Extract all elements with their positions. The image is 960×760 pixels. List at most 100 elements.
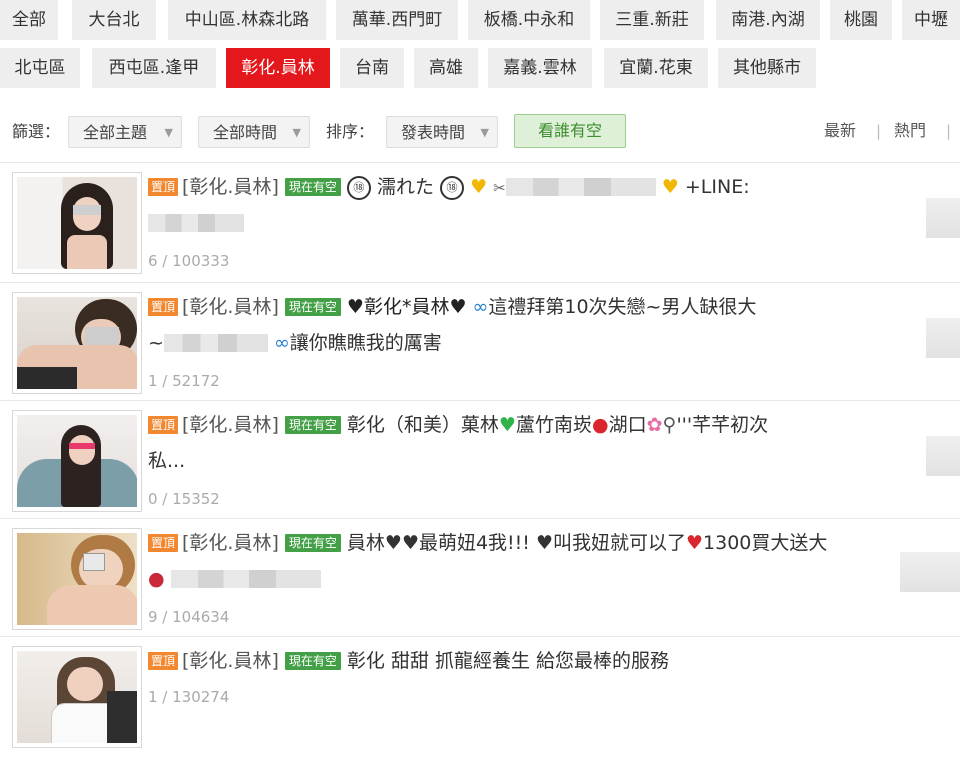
listing-item[interactable]: 置頂 [彰化.員林] 現在有空 ♥彰化*員林♥ ∞這禮拜第10次失戀~男人缺很大 ~ … bbox=[0, 288, 960, 406]
title-text: 1300買大送大 bbox=[703, 532, 828, 554]
title-text: 彰化（和美）菓林 bbox=[346, 414, 499, 436]
eighteen-icon: ⑱ bbox=[440, 176, 465, 200]
censored-side-content bbox=[926, 436, 960, 476]
sort-latest-link[interactable]: 最新 bbox=[824, 114, 856, 152]
region-tab-sanchong[interactable]: 三重.新莊 bbox=[600, 0, 704, 40]
censored-side-content bbox=[926, 318, 960, 358]
region-tag: [彰化.員林] bbox=[182, 650, 279, 672]
sort-hot-link[interactable]: 熱門 bbox=[894, 114, 926, 152]
region-tab-nangang[interactable]: 南港.內湖 bbox=[716, 0, 820, 40]
censored-text bbox=[148, 214, 244, 232]
magnifier-icon: ⚲ bbox=[662, 414, 677, 436]
divider bbox=[0, 282, 960, 283]
region-tab-kaohsiung[interactable]: 高雄 bbox=[414, 48, 478, 88]
region-tab-zhongli[interactable]: 中壢 bbox=[902, 0, 960, 40]
yellow-heart-icon: ♥ bbox=[661, 176, 679, 198]
pinned-badge: 置頂 bbox=[148, 416, 179, 434]
region-tab-taoyuan[interactable]: 桃園 bbox=[830, 0, 892, 40]
region-tab-zhongshan[interactable]: 中山區.林森北路 bbox=[168, 0, 326, 40]
region-tab-changhua-active[interactable]: 彰化.員林 bbox=[226, 48, 330, 88]
link-icon: ∞ bbox=[273, 332, 290, 354]
listing-stats: 6 / 100333 bbox=[148, 252, 230, 270]
time-select[interactable]: 全部時間 ▼ bbox=[198, 116, 310, 148]
region-tab-wanhua[interactable]: 萬華.西門町 bbox=[336, 0, 458, 40]
chevron-down-icon: ▼ bbox=[292, 126, 301, 139]
tongue-icon: ● bbox=[148, 568, 165, 590]
title-text: 彰化 甜甜 抓龍經養生 給您最棒的服務 bbox=[346, 650, 670, 672]
scissors-icon: ✂ bbox=[493, 179, 506, 197]
pinned-badge: 置頂 bbox=[148, 298, 179, 316]
title-text: 濡れた bbox=[376, 176, 434, 198]
listing-title-line-2: ~ ∞讓你瞧瞧我的厲害 bbox=[148, 328, 888, 358]
divider bbox=[0, 518, 960, 519]
pinned-badge: 置頂 bbox=[148, 534, 179, 552]
region-tab-tainan[interactable]: 台南 bbox=[340, 48, 404, 88]
censored-text bbox=[163, 334, 268, 352]
title-text: 湖口 bbox=[608, 414, 647, 436]
time-select-value: 全部時間 bbox=[213, 123, 278, 142]
available-now-badge: 現在有空 bbox=[284, 652, 341, 670]
listing-title[interactable]: 置頂 [彰化.員林] 現在有空 彰化（和美）菓林♥蘆竹南崁●湖口✿⚲'''芊芊初次 bbox=[148, 410, 888, 440]
divider bbox=[0, 636, 960, 637]
link-icon: ∞ bbox=[472, 296, 489, 318]
region-tag: [彰化.員林] bbox=[182, 296, 279, 318]
listing-item[interactable]: 置頂 [彰化.員林] 現在有空 員林♥♥最萌妞4我!!! ♥叫我妞就可以了♥1300買… bbox=[0, 524, 960, 642]
available-now-badge: 現在有空 bbox=[284, 298, 341, 316]
listing-thumbnail[interactable] bbox=[12, 528, 142, 630]
title-text: 私... bbox=[148, 450, 186, 472]
listing-thumbnail[interactable] bbox=[12, 646, 142, 748]
title-text: ~ bbox=[148, 332, 164, 354]
listing-item[interactable]: 置頂 [彰化.員林] 現在有空 ⑱ 濡れた ⑱ ♥ ✂ ♥ +LINE: 6 / 10… bbox=[0, 168, 960, 286]
divider bbox=[0, 162, 960, 163]
topic-select[interactable]: 全部主題 ▼ bbox=[68, 116, 182, 148]
listing-title[interactable]: 置頂 [彰化.員林] 現在有空 員林♥♥最萌妞4我!!! ♥叫我妞就可以了♥1300買… bbox=[148, 528, 888, 558]
region-tab-all[interactable]: 全部 bbox=[0, 0, 58, 40]
listing-thumbnail[interactable] bbox=[12, 292, 142, 394]
who-available-button[interactable]: 看誰有空 bbox=[514, 114, 626, 148]
title-text: +LINE: bbox=[684, 176, 750, 198]
region-tab-chiayi[interactable]: 嘉義.雲林 bbox=[488, 48, 592, 88]
pinned-badge: 置頂 bbox=[148, 652, 179, 670]
listing-title[interactable]: 置頂 [彰化.員林] 現在有空 彰化 甜甜 抓龍經養生 給您最棒的服務 bbox=[148, 646, 888, 676]
listing-stats: 1 / 52172 bbox=[148, 372, 220, 390]
divider bbox=[0, 400, 960, 401]
title-text: 這禮拜第10次失戀~男人缺很大 bbox=[488, 296, 757, 318]
censored-side-content bbox=[900, 552, 960, 592]
separator: | bbox=[946, 122, 952, 140]
sort-select-value: 發表時間 bbox=[401, 123, 466, 142]
censored-side-content bbox=[926, 198, 960, 238]
sort-select[interactable]: 發表時間 ▼ bbox=[386, 116, 498, 148]
region-tab-banqiao[interactable]: 板橋.中永和 bbox=[468, 0, 590, 40]
region-tabs-row-1: 全部 大台北 中山區.林森北路 萬華.西門町 板橋.中永和 三重.新莊 南港.內… bbox=[0, 0, 960, 40]
available-now-badge: 現在有空 bbox=[284, 534, 341, 552]
region-tag: [彰化.員林] bbox=[182, 176, 279, 198]
yellow-heart-icon: ♥ bbox=[470, 176, 488, 198]
listing-thumbnail[interactable] bbox=[12, 410, 142, 512]
listing-thumbnail[interactable] bbox=[12, 172, 142, 274]
listing-title[interactable]: 置頂 [彰化.員林] 現在有空 ⑱ 濡れた ⑱ ♥ ✂ ♥ +LINE: bbox=[148, 172, 888, 203]
sort-label: 排序： bbox=[326, 122, 375, 141]
region-tab-other[interactable]: 其他縣市 bbox=[718, 48, 816, 88]
eighteen-icon: ⑱ bbox=[346, 176, 371, 200]
listing-item[interactable]: 置頂 [彰化.員林] 現在有空 彰化（和美）菓林♥蘆竹南崁●湖口✿⚲'''芊芊初次 私… bbox=[0, 406, 960, 524]
listing-title[interactable]: 置頂 [彰化.員林] 現在有空 ♥彰化*員林♥ ∞這禮拜第10次失戀~男人缺很大 bbox=[148, 292, 888, 322]
lips-icon: ● bbox=[591, 414, 609, 436]
region-tag: [彰化.員林] bbox=[182, 532, 279, 554]
region-tab-yilan[interactable]: 宜蘭.花東 bbox=[604, 48, 708, 88]
title-text: 讓你瞧瞧我的厲害 bbox=[289, 332, 442, 354]
listing-item[interactable]: 置頂 [彰化.員林] 現在有空 彰化 甜甜 抓龍經養生 給您最棒的服務 1 / 130… bbox=[0, 642, 960, 760]
red-heart-icon: ♥ bbox=[686, 532, 704, 554]
listing-title-line-2: ● bbox=[148, 564, 888, 594]
title-text: ♥彰化*員林♥ bbox=[346, 296, 467, 318]
region-tab-xitun[interactable]: 西屯區.逢甲 bbox=[92, 48, 216, 88]
listing-stats: 9 / 104634 bbox=[148, 608, 230, 626]
region-tab-taipei[interactable]: 大台北 bbox=[72, 0, 156, 40]
title-text: '''芊芊初次 bbox=[676, 414, 769, 436]
title-text: 蘆竹南崁 bbox=[515, 414, 592, 436]
chevron-down-icon: ▼ bbox=[480, 126, 489, 139]
available-now-badge: 現在有空 bbox=[284, 178, 341, 196]
separator: | bbox=[876, 122, 882, 140]
region-tag: [彰化.員林] bbox=[182, 414, 279, 436]
listing-title-line-2: 私... bbox=[148, 446, 888, 476]
region-tab-beitun[interactable]: 北屯區 bbox=[0, 48, 80, 88]
